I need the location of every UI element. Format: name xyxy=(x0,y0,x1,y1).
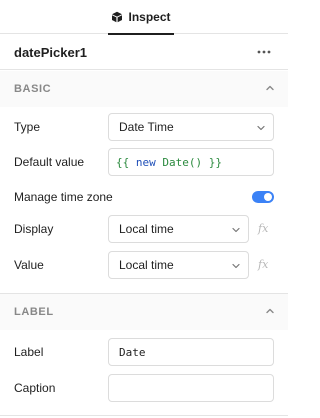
inspector-tab-bar: Inspect xyxy=(0,0,288,35)
label-input[interactable]: Date xyxy=(108,338,274,366)
code-open-brace: {{ xyxy=(116,155,130,169)
more-horizontal-icon[interactable] xyxy=(254,44,274,60)
section-header-label[interactable]: LABEL xyxy=(0,294,288,330)
tab-inspect-label: Inspect xyxy=(128,10,171,24)
section-title-basic: BASIC xyxy=(14,83,52,95)
chevron-up-icon[interactable] xyxy=(264,305,276,317)
section-title-label: LABEL xyxy=(14,306,54,318)
toggle-knob xyxy=(264,193,272,201)
value-label: Value xyxy=(14,258,44,272)
chevron-down-icon xyxy=(257,125,265,131)
tab-inspect[interactable]: Inspect xyxy=(108,0,174,35)
code-keyword: new xyxy=(135,155,156,169)
component-header: datePicker1 xyxy=(0,35,288,70)
type-select-value: Date Time xyxy=(119,120,174,134)
value-select[interactable]: Local time xyxy=(108,251,249,279)
chevron-up-icon[interactable] xyxy=(264,82,276,94)
section-header-basic[interactable]: BASIC xyxy=(0,71,288,107)
code-function: Date() xyxy=(162,155,203,169)
chevron-down-icon xyxy=(232,227,240,233)
display-select-value: Local time xyxy=(119,222,174,236)
display-label: Display xyxy=(14,222,54,236)
type-select[interactable]: Date Time xyxy=(108,113,274,141)
caption-label: Caption xyxy=(14,381,56,395)
value-select-value: Local time xyxy=(119,258,174,272)
fx-icon[interactable]: fx xyxy=(258,258,272,272)
fx-icon[interactable]: fx xyxy=(258,222,272,236)
caption-input[interactable] xyxy=(108,374,274,402)
label-input-value: Date xyxy=(119,345,146,359)
display-select[interactable]: Local time xyxy=(108,215,249,243)
manage-timezone-toggle[interactable] xyxy=(252,191,274,203)
code-close-brace: }} xyxy=(208,155,222,169)
default-value-input[interactable]: {{ new Date() }} xyxy=(108,148,274,176)
section-divider xyxy=(0,415,288,416)
component-name[interactable]: datePicker1 xyxy=(14,45,87,60)
chevron-down-icon xyxy=(232,263,240,269)
default-value-label: Default value xyxy=(14,155,85,169)
manage-timezone-label: Manage time zone xyxy=(14,190,113,204)
label-field-label: Label xyxy=(14,345,44,359)
cube-icon xyxy=(112,11,123,23)
type-label: Type xyxy=(14,120,41,134)
